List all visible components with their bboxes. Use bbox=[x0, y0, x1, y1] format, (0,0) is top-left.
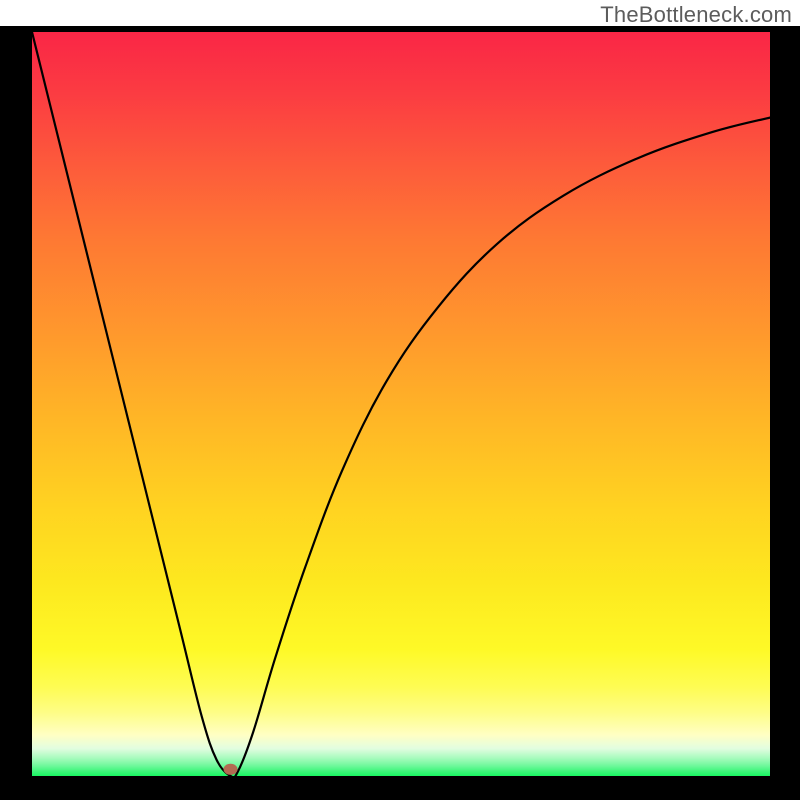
frame-border-bottom bbox=[32, 776, 770, 800]
bottleneck-point-marker bbox=[224, 764, 238, 775]
bottleneck-curve bbox=[32, 32, 770, 776]
frame-border-right bbox=[770, 26, 800, 800]
curve-layer bbox=[32, 32, 770, 776]
plot-frame bbox=[0, 26, 800, 800]
attribution-text: TheBottleneck.com bbox=[600, 2, 792, 28]
chart-container: TheBottleneck.com bbox=[0, 0, 800, 800]
plot-area bbox=[32, 32, 770, 776]
frame-border-left bbox=[0, 26, 32, 800]
